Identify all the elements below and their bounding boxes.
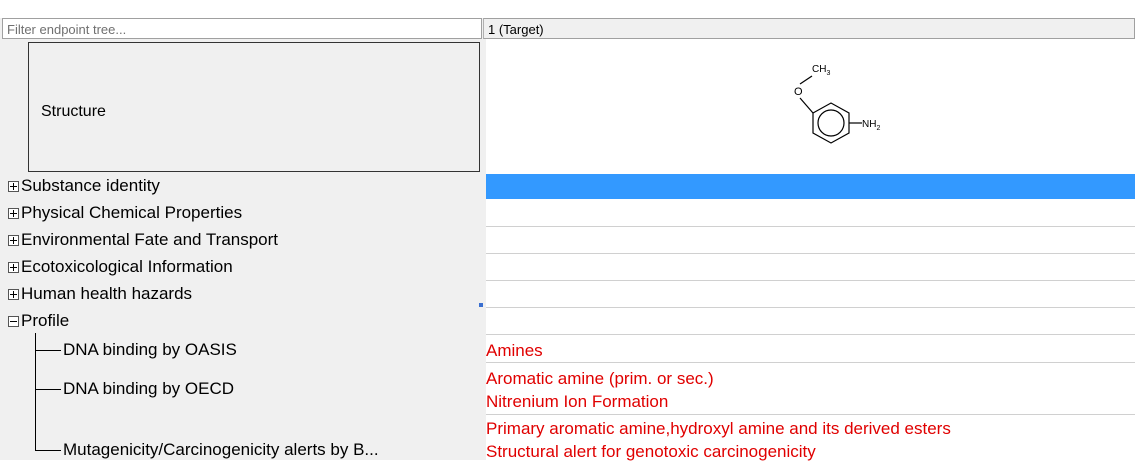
grid-row-environmental-fate[interactable] — [486, 227, 1135, 254]
filter-endpoint-tree-input[interactable]: Filter endpoint tree... — [2, 18, 482, 39]
bond-ring-oxygen — [799, 97, 814, 114]
tree-item-mutagenicity-alerts[interactable]: Mutagenicity/Carcinogenicity alerts by B… — [63, 440, 379, 460]
bond-oxygen-methyl — [799, 75, 813, 85]
tree-item-physical-chemical[interactable]: Physical Chemical Properties — [8, 203, 242, 223]
structure-image: O CH3 NH2 — [486, 40, 1135, 174]
grid-row-physical-chemical[interactable] — [486, 200, 1135, 227]
value-mutagenicity-structural-alert: Structural alert for genotoxic carcinoge… — [486, 442, 816, 461]
value-mutagenicity-primary-amine: Primary aromatic amine,hydroxyl amine an… — [486, 419, 951, 438]
tree-connector-branch — [35, 350, 61, 351]
resize-handle-icon[interactable] — [479, 303, 483, 307]
tree-item-profile[interactable]: Profile — [8, 311, 69, 331]
expand-plus-icon[interactable] — [8, 262, 19, 273]
collapse-minus-icon[interactable] — [8, 316, 19, 327]
tree-connector-branch — [35, 450, 61, 451]
tree-item-dna-binding-oasis[interactable]: DNA binding by OASIS — [63, 340, 237, 360]
grid-row-substance-identity[interactable] — [486, 174, 1135, 199]
value-dna-oecd-nitrenium: Nitrenium Ion Formation — [486, 392, 669, 411]
expand-plus-icon[interactable] — [8, 181, 19, 192]
value-dna-oasis-amines: Amines — [486, 341, 543, 360]
expand-plus-icon[interactable] — [8, 235, 19, 246]
aromatic-circle — [817, 109, 845, 137]
expand-plus-icon[interactable] — [8, 289, 19, 300]
structure-label: Structure — [41, 103, 106, 120]
tree-item-ecotoxicological[interactable]: Ecotoxicological Information — [8, 257, 233, 277]
tree-item-human-health[interactable]: Human health hazards — [8, 284, 192, 304]
tree-connector-branch — [35, 389, 61, 390]
column-header-target[interactable]: 1 (Target) — [483, 18, 1135, 39]
methyl-label: CH3 — [812, 64, 830, 77]
oxygen-atom-label: O — [794, 86, 803, 98]
tree-item-label: Ecotoxicological Information — [21, 257, 233, 276]
molecule-drawing: O CH3 NH2 — [794, 64, 880, 144]
tree-item-label: Substance identity — [21, 176, 160, 195]
tree-item-environmental-fate[interactable]: Environmental Fate and Transport — [8, 230, 278, 250]
value-dna-oecd-aromatic-amine: Aromatic amine (prim. or sec.) — [486, 369, 714, 388]
expand-plus-icon[interactable] — [8, 208, 19, 219]
grid-row-ecotoxicological[interactable] — [486, 254, 1135, 281]
tree-item-substance-identity[interactable]: Substance identity — [8, 176, 160, 196]
tree-item-dna-binding-oecd[interactable]: DNA binding by OECD — [63, 379, 234, 399]
tree-item-label: Human health hazards — [21, 284, 193, 303]
tree-item-label: Environmental Fate and Transport — [21, 230, 279, 249]
tree-item-label: Profile — [21, 311, 70, 330]
grid-row-dna-oasis[interactable] — [486, 335, 1135, 363]
grid-row-human-health[interactable] — [486, 281, 1135, 308]
structure-cell[interactable]: Structure — [28, 42, 480, 172]
tree-item-label: Physical Chemical Properties — [21, 203, 243, 222]
amine-label: NH2 — [862, 119, 880, 132]
grid-row-profile[interactable] — [486, 308, 1135, 335]
